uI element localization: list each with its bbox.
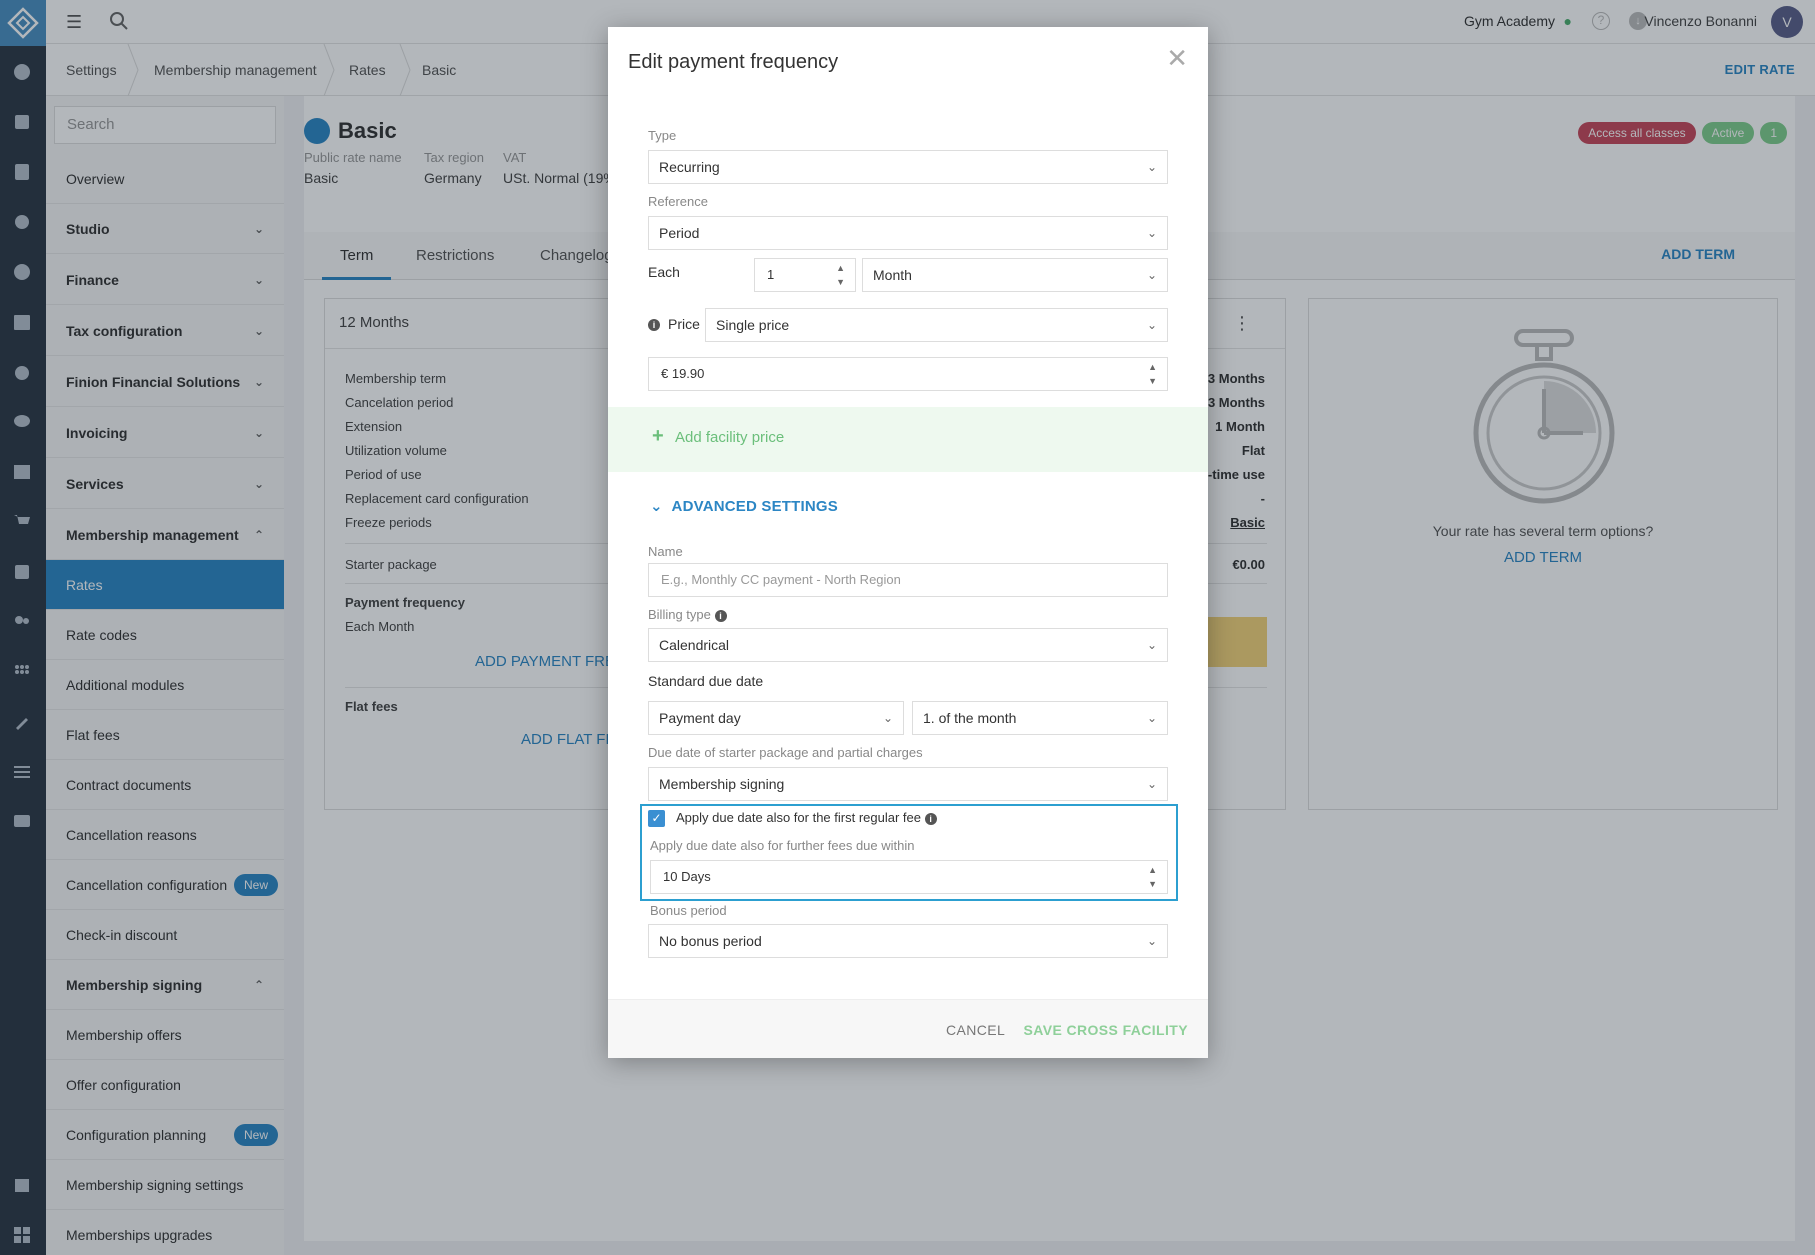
save-cross-facility-button[interactable]: SAVE CROSS FACILITY [1024, 1022, 1188, 1038]
chevron-down-icon: ⌄ [882, 711, 893, 725]
price-mode-select[interactable]: Single price ⌄ [705, 308, 1168, 342]
plus-icon[interactable]: + [652, 425, 664, 448]
further-fees-label: Apply due date also for further fees due… [650, 838, 915, 853]
each-label: Each [648, 264, 680, 280]
further-fees-stepper[interactable]: 10 Days ▲ ▼ [650, 860, 1168, 894]
chevron-down-icon: ⌄ [650, 498, 663, 515]
info-icon[interactable]: i [924, 812, 937, 825]
type-label: Type [648, 128, 677, 143]
advanced-settings-toggle[interactable]: ⌄ ADVANCED SETTINGS [650, 497, 838, 515]
price-info-icon[interactable]: i [648, 316, 660, 331]
bonus-period-select[interactable]: No bonus period ⌄ [648, 924, 1168, 958]
name-input[interactable]: E.g., Monthly CC payment - North Region [648, 563, 1168, 597]
cancel-button[interactable]: CANCEL [946, 1022, 1005, 1038]
due-date-day-select[interactable]: 1. of the month ⌄ [912, 701, 1168, 735]
standard-due-date-label: Standard due date [648, 673, 764, 689]
each-unit-select[interactable]: Month ⌄ [862, 258, 1168, 292]
chevron-down-icon: ⌄ [1146, 777, 1157, 791]
starter-due-date-label: Due date of starter package and partial … [648, 745, 923, 760]
stepper-arrows-icon[interactable]: ▲ ▼ [1148, 863, 1157, 891]
chevron-down-icon: ⌄ [1146, 226, 1157, 240]
add-facility-price-button[interactable]: Add facility price [675, 429, 784, 446]
add-facility-price-section: + Add facility price [608, 407, 1208, 472]
bonus-period-label: Bonus period [650, 903, 727, 918]
edit-payment-frequency-dialog: Edit payment frequency ✕ Type Recurring ⌄… [608, 27, 1208, 1058]
billing-type-label: Billing type i [648, 607, 727, 622]
name-label: Name [648, 544, 683, 559]
apply-due-date-checkbox[interactable]: ✓ [648, 810, 665, 827]
type-select[interactable]: Recurring ⌄ [648, 150, 1168, 184]
price-label: Price [668, 316, 700, 332]
chevron-down-icon: ⌄ [1146, 638, 1157, 652]
chevron-down-icon: ⌄ [1146, 934, 1157, 948]
chevron-down-icon: ⌄ [1146, 711, 1157, 725]
close-icon[interactable]: ✕ [1166, 43, 1188, 74]
stepper-arrows-icon[interactable]: ▲ ▼ [836, 261, 845, 289]
dialog-footer: CANCEL SAVE CROSS FACILITY [608, 999, 1208, 1058]
apply-due-date-label: Apply due date also for the first regula… [676, 810, 937, 825]
reference-label: Reference [648, 194, 708, 209]
chevron-down-icon: ⌄ [1146, 318, 1157, 332]
billing-type-select[interactable]: Calendrical ⌄ [648, 628, 1168, 662]
dialog-title: Edit payment frequency [628, 51, 839, 73]
price-amount-stepper[interactable]: € 19.90 ▲ ▼ [648, 357, 1168, 391]
due-date-mode-select[interactable]: Payment day ⌄ [648, 701, 904, 735]
starter-due-date-select[interactable]: Membership signing ⌄ [648, 767, 1168, 801]
stepper-arrows-icon[interactable]: ▲ ▼ [1148, 360, 1157, 388]
each-quantity-stepper[interactable]: 1 ▲ ▼ [754, 258, 856, 292]
chevron-down-icon: ⌄ [1146, 160, 1157, 174]
info-icon[interactable]: i [714, 609, 727, 622]
chevron-down-icon: ⌄ [1146, 268, 1157, 282]
reference-select[interactable]: Period ⌄ [648, 216, 1168, 250]
